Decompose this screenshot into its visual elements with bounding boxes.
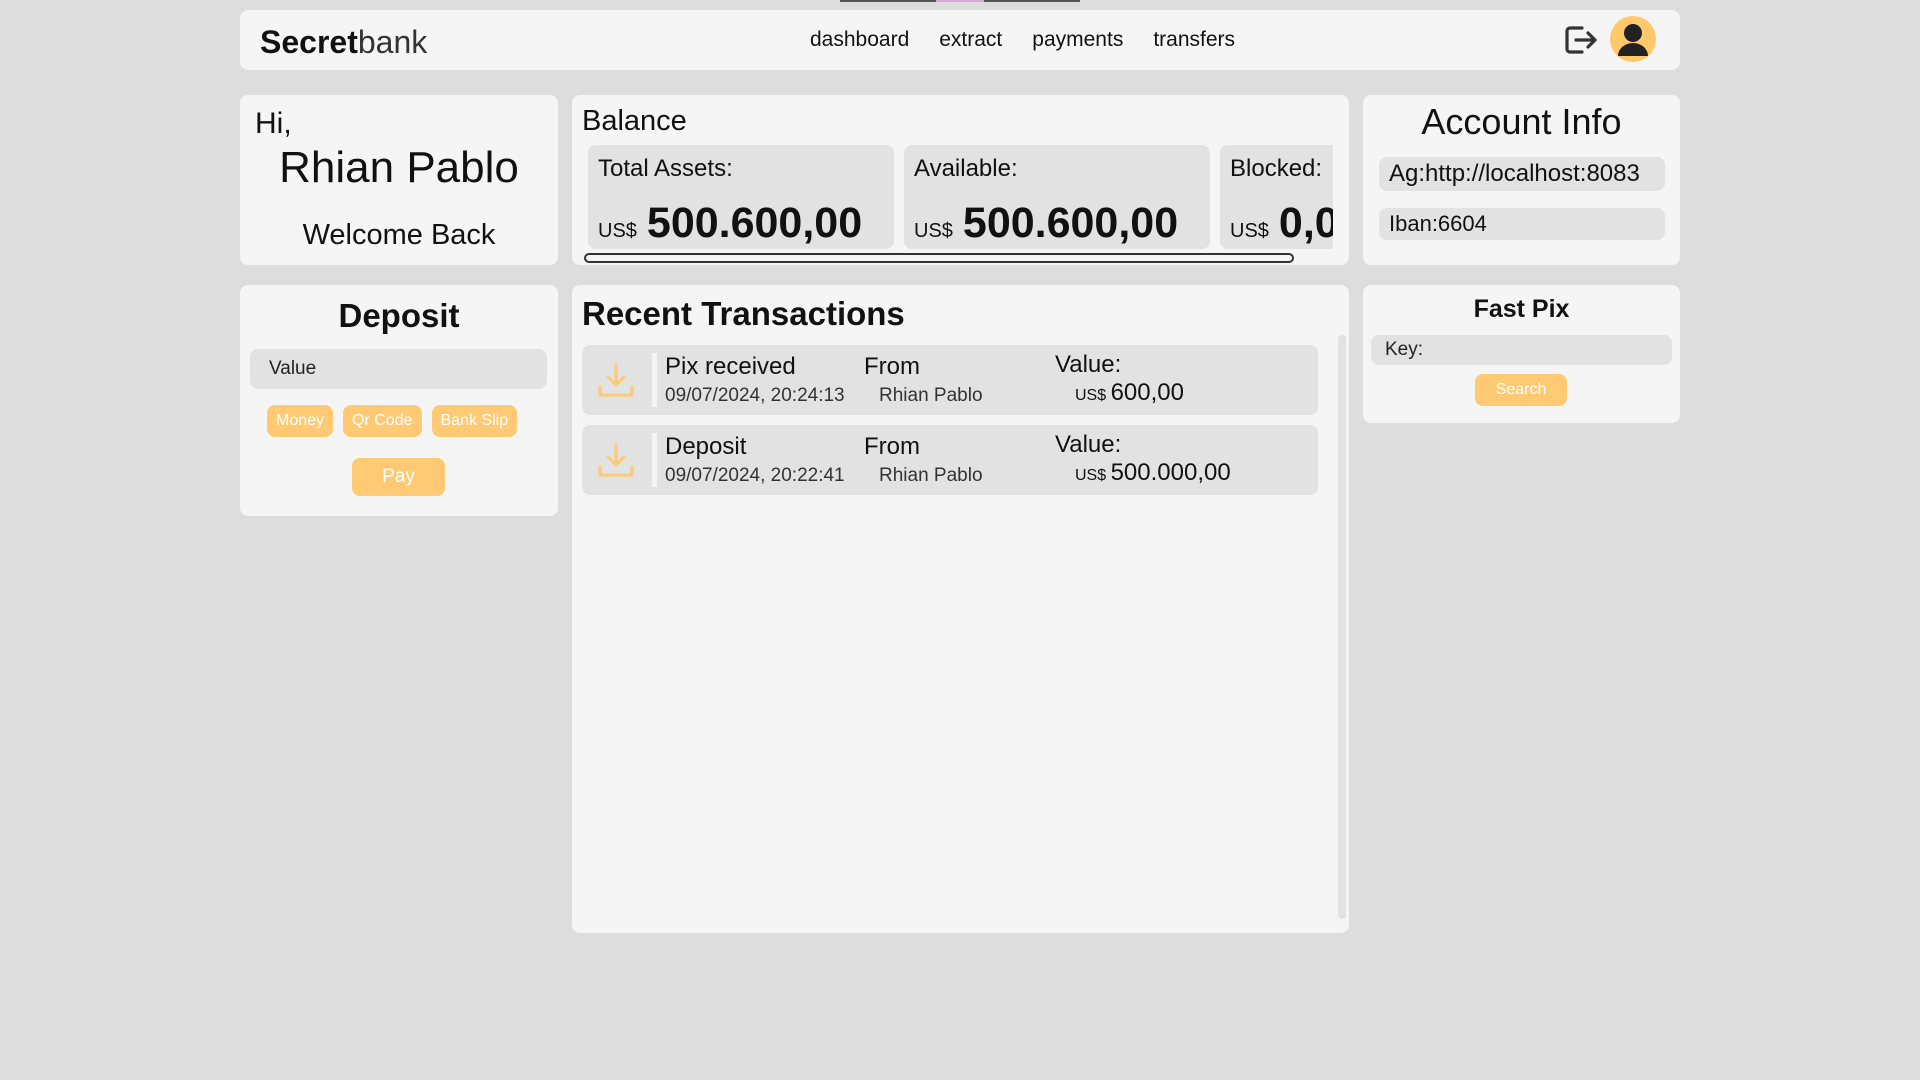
balance-label: Blocked: — [1230, 155, 1323, 182]
transaction-date: 09/07/2024, 20:24:13 — [665, 385, 845, 406]
currency-label: US$ — [598, 220, 637, 242]
transaction-value-label: Value: — [1055, 351, 1122, 378]
money-button[interactable]: Money — [267, 405, 334, 437]
pay-button[interactable]: Pay — [352, 458, 445, 496]
balance-card: Balance Total Assets: US$ 500.600,00 Avai… — [572, 95, 1349, 265]
download-icon — [596, 441, 636, 481]
deposit-value-input[interactable] — [250, 349, 547, 389]
account-info-card: Account Info Ag:http://localhost:8083 Ib… — [1363, 95, 1680, 265]
transaction-value: 500.000,00 — [1110, 459, 1231, 486]
pix-key-input[interactable] — [1371, 335, 1672, 365]
transaction-date: 09/07/2024, 20:22:41 — [665, 465, 845, 486]
transactions-vertical-scrollbar[interactable] — [1338, 335, 1346, 919]
qr-code-button[interactable]: Qr Code — [343, 405, 422, 437]
account-info-title: Account Info — [1421, 101, 1622, 142]
transaction-from-name: Rhian Pablo — [879, 385, 983, 406]
transaction-row[interactable]: Deposit 09/07/2024, 20:22:41 From Rhian … — [582, 425, 1318, 495]
balance-total-assets: Total Assets: US$ 500.600,00 — [588, 145, 894, 249]
search-button[interactable]: Search — [1475, 374, 1567, 406]
currency-label: US$ — [1230, 220, 1269, 242]
greeting-hi: Hi, — [255, 107, 292, 140]
brand-name-light: bank — [357, 24, 428, 60]
logout-icon[interactable] — [1562, 22, 1600, 58]
currency-label: US$ — [1075, 467, 1107, 484]
transaction-row[interactable]: Pix received 09/07/2024, 20:24:13 From R… — [582, 345, 1318, 415]
agency-field: Ag:http://localhost:8083 — [1379, 157, 1665, 191]
balance-value: 500.600,00 — [646, 199, 863, 247]
deposit-card: Deposit Money Qr Code Bank Slip Pay — [240, 285, 558, 516]
deposit-method-buttons: Money Qr Code Bank Slip — [267, 405, 518, 437]
balance-horizontal-scrollbar[interactable] — [584, 253, 1294, 263]
balance-available: Available: US$ 500.600,00 — [904, 145, 1210, 249]
nav-links: dashboard extract payments transfers — [810, 28, 1235, 52]
welcome-text: Welcome Back — [302, 219, 496, 251]
nav-link-transfers[interactable]: transfers — [1153, 28, 1235, 52]
currency-label: US$ — [1075, 387, 1107, 404]
balance-label: Available: — [914, 155, 1018, 182]
nav-link-dashboard[interactable]: dashboard — [810, 28, 909, 52]
transaction-type: Pix received — [665, 353, 796, 380]
nav-link-payments[interactable]: payments — [1032, 28, 1123, 52]
nav-link-extract[interactable]: extract — [939, 28, 1002, 52]
row-separator — [652, 433, 657, 487]
user-name: Rhian Pablo — [279, 143, 519, 192]
transaction-value-label: Value: — [1055, 431, 1122, 458]
balance-value: 0,00 — [1278, 199, 1333, 247]
top-navbar: Secretbank dashboard extract payments tr… — [240, 10, 1680, 70]
recent-transactions-title: Recent Transactions — [582, 295, 905, 332]
bank-slip-button[interactable]: Bank Slip — [431, 405, 518, 437]
user-avatar-icon[interactable] — [1610, 16, 1656, 62]
deposit-title: Deposit — [338, 297, 460, 334]
transaction-value: 600,00 — [1110, 379, 1184, 406]
transaction-from-name: Rhian Pablo — [879, 465, 983, 486]
brand-name-bold: Secret — [260, 24, 358, 60]
row-separator — [652, 353, 657, 407]
balance-label: Total Assets: — [598, 155, 733, 182]
balance-title: Balance — [582, 105, 687, 137]
balance-blocked: Blocked: US$ 0,00 — [1220, 145, 1333, 249]
fast-pix-title: Fast Pix — [1473, 295, 1570, 323]
transaction-from-label: From — [864, 433, 920, 460]
balance-value: 500.600,00 — [962, 199, 1179, 247]
transaction-from-label: From — [864, 353, 920, 380]
greeting-card: Hi, Rhian Pablo Welcome Back — [240, 95, 558, 265]
currency-label: US$ — [914, 220, 953, 242]
brand-logo[interactable]: Secretbank — [260, 24, 427, 61]
fast-pix-card: Fast Pix Search — [1363, 285, 1680, 423]
balance-carousel[interactable]: Total Assets: US$ 500.600,00 Available: U… — [588, 145, 1333, 249]
top-progress-indicator — [840, 0, 1080, 2]
iban-field: Iban:6604 — [1379, 208, 1665, 240]
download-icon — [596, 361, 636, 401]
recent-transactions-card: Recent Transactions Pix received 09/07/2… — [572, 285, 1349, 933]
transaction-type: Deposit — [665, 433, 747, 460]
